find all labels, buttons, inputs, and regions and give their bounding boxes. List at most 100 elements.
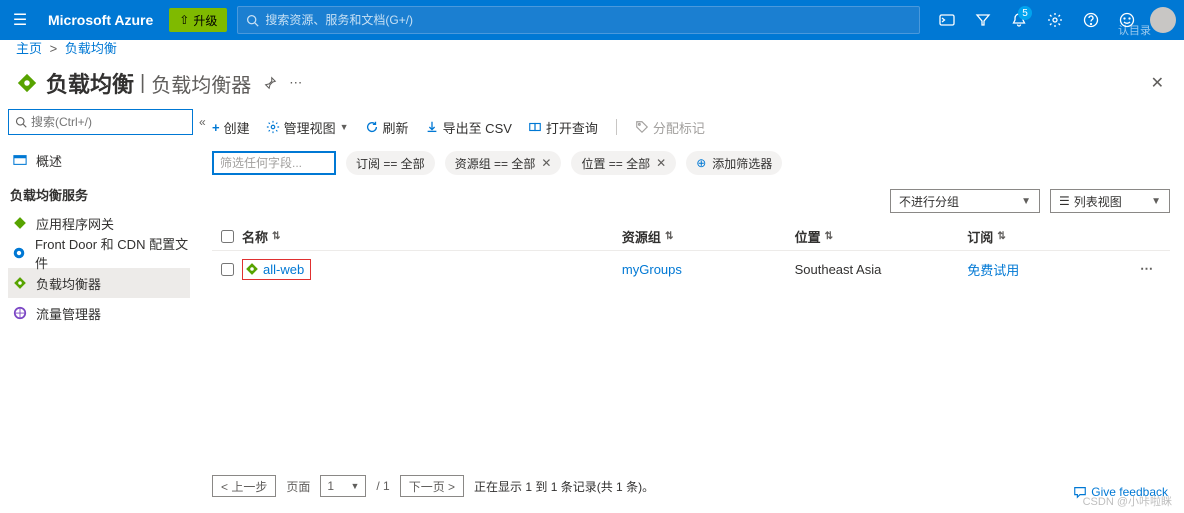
chevron-down-icon: ▼ — [1151, 196, 1161, 207]
page-subtitle: 负载均衡器 — [151, 69, 251, 98]
header-location[interactable]: 位置⇅ — [795, 227, 968, 246]
refresh-icon — [365, 120, 379, 134]
overview-icon — [12, 153, 28, 167]
sort-icon: ⇅ — [272, 231, 280, 242]
create-button[interactable]: + 创建 — [212, 118, 250, 137]
table-row: all-web myGroups Southeast Asia 免费试用 ⋯ — [212, 251, 1170, 287]
upgrade-button[interactable]: ⇧ 升级 — [169, 8, 227, 32]
view-mode-select[interactable]: ☰列表视图▼ — [1050, 189, 1170, 213]
breadcrumb-current[interactable]: 负载均衡 — [65, 41, 117, 56]
resource-name: all-web — [263, 262, 304, 277]
chevron-down-icon: ▼ — [1021, 196, 1031, 207]
sidebar-item-overview[interactable]: 概述 — [8, 145, 190, 175]
appgateway-label: 应用程序网关 — [36, 214, 114, 233]
sidebar-search[interactable] — [8, 109, 193, 135]
sidebar-item-loadbalancer[interactable]: 负载均衡器 — [8, 268, 190, 298]
appgateway-icon — [12, 216, 28, 230]
brand-label[interactable]: Microsoft Azure — [48, 12, 153, 28]
page-header: 负载均衡 | 负载均衡器 ⋯ ✕ — [0, 65, 1184, 109]
chevron-down-icon: ▼ — [340, 122, 349, 132]
lb-label: 负载均衡器 — [36, 274, 101, 293]
notification-badge: 5 — [1018, 6, 1032, 20]
header-subscription[interactable]: 订阅⇅ — [967, 227, 1140, 246]
load-balancer-icon — [16, 72, 38, 94]
resource-link[interactable]: all-web — [242, 259, 311, 280]
row-checkbox[interactable] — [212, 263, 242, 276]
search-icon — [246, 14, 259, 27]
group-by-select[interactable]: 不进行分组▼ — [890, 189, 1040, 213]
header-resourcegroup[interactable]: 资源组⇅ — [622, 227, 795, 246]
resource-group-link[interactable]: myGroups — [622, 262, 682, 277]
add-filter-icon: ⊕ — [696, 156, 706, 170]
sort-icon: ⇅ — [665, 231, 673, 242]
sidebar-item-trafficmgr[interactable]: 流量管理器 — [8, 298, 190, 328]
download-icon — [425, 120, 439, 134]
content-area: + 创建 管理视图 ▼ 刷新 导出至 CSV 打开查询 分配标记 订阅 == 全部 … — [198, 109, 1184, 513]
filter-pill-location[interactable]: 位置 == 全部✕ — [571, 151, 676, 175]
global-search-input[interactable] — [265, 13, 911, 27]
hamburger-icon[interactable]: ☰ — [8, 10, 32, 30]
manage-view-label: 管理视图 — [284, 118, 336, 137]
page: 主页 > 负载均衡 负载均衡 | 负载均衡器 ⋯ ✕ « 概述 — [0, 30, 1184, 513]
refresh-button[interactable]: 刷新 — [365, 118, 409, 137]
sidebar-section-label: 负载均衡服务 — [10, 185, 190, 204]
next-page-button[interactable]: 下一页 > — [400, 475, 464, 497]
sidebar-item-frontdoor[interactable]: Front Door 和 CDN 配置文件 — [8, 238, 190, 268]
view-bar: 不进行分组▼ ☰列表视图▼ — [212, 189, 1170, 213]
list-view-icon: ☰ — [1059, 194, 1070, 208]
breadcrumb-sep: > — [50, 41, 58, 56]
filter-pill-subscription[interactable]: 订阅 == 全部 — [346, 151, 435, 175]
chevron-down-icon: ▼ — [350, 481, 359, 491]
page-total: / 1 — [376, 479, 389, 493]
command-bar: + 创建 管理视图 ▼ 刷新 导出至 CSV 打开查询 分配标记 — [212, 109, 1170, 145]
create-label: 创建 — [224, 118, 250, 137]
assign-tags-button[interactable]: 分配标记 — [635, 118, 705, 137]
toolbar-separator — [616, 119, 617, 135]
manage-view-button[interactable]: 管理视图 ▼ — [266, 118, 349, 137]
query-icon — [528, 120, 542, 134]
prev-page-button[interactable]: < 上一步 — [212, 475, 276, 497]
page-label: 页面 — [286, 478, 310, 495]
open-query-button[interactable]: 打开查询 — [528, 118, 598, 137]
select-all-checkbox[interactable] — [212, 230, 242, 243]
pin-icon[interactable] — [263, 76, 277, 90]
lb-icon-small — [12, 276, 28, 290]
row-location: Southeast Asia — [795, 262, 882, 277]
page-select[interactable]: 1▼ — [320, 475, 366, 497]
filter-input[interactable] — [212, 151, 336, 175]
clear-filter-icon[interactable]: ✕ — [541, 156, 551, 170]
header-name[interactable]: 名称⇅ — [242, 227, 622, 246]
frontdoor-icon — [12, 246, 27, 260]
upgrade-arrow-icon: ⇧ — [179, 13, 189, 27]
sort-icon: ⇅ — [997, 231, 1005, 242]
filter-pill-resourcegroup[interactable]: 资源组 == 全部✕ — [445, 151, 562, 175]
header-more-icon[interactable]: ⋯ — [289, 75, 302, 91]
sidebar-search-input[interactable] — [31, 115, 186, 129]
subscription-link[interactable]: 免费试用 — [967, 260, 1019, 279]
plus-icon: + — [212, 120, 220, 135]
trafficmgr-icon — [12, 306, 28, 320]
add-filter-button[interactable]: ⊕添加筛选器 — [686, 151, 782, 175]
side-nav: « 概述 负载均衡服务 应用程序网关 Front Door 和 CDN 配置文件… — [0, 109, 198, 513]
export-csv-button[interactable]: 导出至 CSV — [425, 118, 512, 137]
trafficmgr-label: 流量管理器 — [36, 304, 101, 323]
page-title: 负载均衡 — [46, 67, 134, 99]
assign-tags-label: 分配标记 — [653, 118, 705, 137]
gear-icon — [266, 120, 280, 134]
breadcrumb-home[interactable]: 主页 — [16, 41, 42, 56]
row-more-icon[interactable]: ⋯ — [1140, 261, 1153, 276]
refresh-label: 刷新 — [383, 118, 409, 137]
body-row: « 概述 负载均衡服务 应用程序网关 Front Door 和 CDN 配置文件… — [0, 109, 1184, 513]
open-query-label: 打开查询 — [546, 118, 598, 137]
tag-icon — [635, 120, 649, 134]
close-icon[interactable]: ✕ — [1151, 73, 1164, 93]
feedback-link[interactable]: Give feedback — [1073, 485, 1168, 499]
title-separator: | — [140, 72, 145, 95]
pager: < 上一步 页面 1▼ / 1 下一页 > 正在显示 1 到 1 条记录(共 1… — [198, 475, 1184, 497]
filter-row: 订阅 == 全部 资源组 == 全部✕ 位置 == 全部✕ ⊕添加筛选器 — [212, 151, 1170, 175]
upgrade-label: 升级 — [193, 12, 217, 29]
feedback-icon — [1073, 485, 1087, 499]
sort-icon: ⇅ — [825, 231, 833, 242]
breadcrumb: 主页 > 负载均衡 — [0, 30, 1184, 65]
clear-filter-icon[interactable]: ✕ — [656, 156, 666, 170]
